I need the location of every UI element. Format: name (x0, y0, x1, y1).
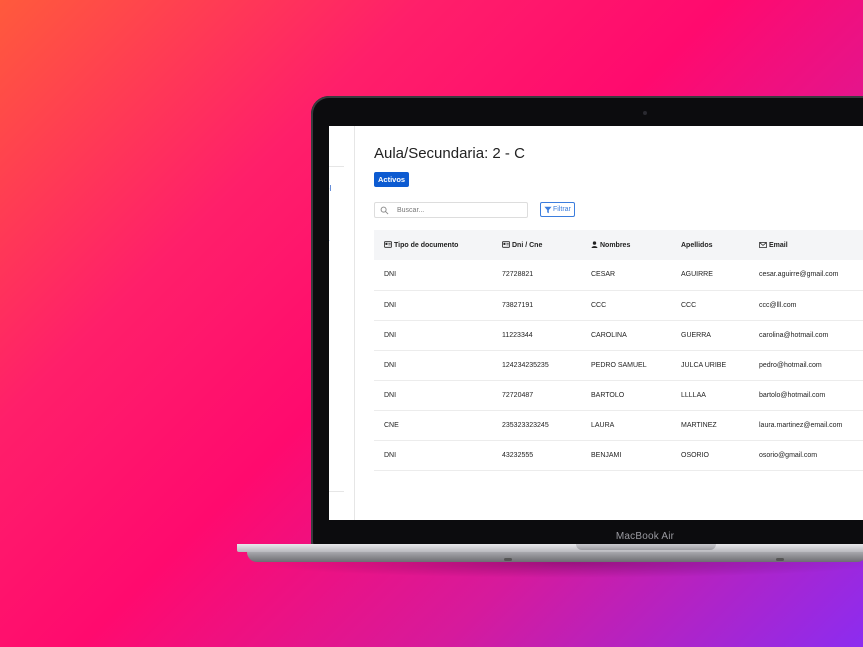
cell-tipo: DNI (384, 361, 397, 369)
column-header-nombres[interactable]: Nombres (581, 230, 671, 260)
cell-tipo: CNE (384, 421, 399, 429)
students-table: Tipo de documento Dni / Cne Nombres Apel… (374, 230, 863, 471)
table-row[interactable]: DNI 72720487 BARTOLO LLLLAA bartolo@hotm… (374, 380, 863, 410)
column-header-tipo[interactable]: Tipo de documento (374, 230, 492, 260)
id-card-icon (502, 241, 510, 248)
cell-dni: 235323323245 (502, 421, 549, 429)
cell-dni: 73827191 (502, 301, 534, 309)
cell-tipo: DNI (384, 391, 397, 399)
cell-apellidos: JULCA URIBE (681, 361, 727, 369)
table-row[interactable]: DNI 72728821 CESAR AGUIRRE cesar.aguirre… (374, 260, 863, 290)
table-row[interactable]: CNE 235323323245 LAURA MARTINEZ laura.ma… (374, 410, 863, 440)
cell-email: cesar.aguirre@gmail.com (759, 271, 839, 279)
device-label: MacBook Air (615, 531, 675, 542)
cell-nombres: CAROLINA (591, 331, 627, 339)
cell-dni: 43232555 (502, 451, 534, 459)
cell-email: bartolo@hotmail.com (759, 391, 826, 399)
cell-email: pedro@hotmail.com (759, 361, 822, 369)
user-icon (591, 241, 598, 248)
cell-apellidos: AGUIRRE (681, 271, 713, 279)
table-row[interactable]: DNI 11223344 CAROLINA GUERRA carolina@ho… (374, 320, 863, 350)
search-box[interactable] (374, 202, 528, 218)
filter-button[interactable]: Filtrar (540, 202, 575, 217)
cell-nombres: CCC (591, 301, 607, 309)
table-header-row: Tipo de documento Dni / Cne Nombres Apel… (374, 230, 863, 260)
cell-apellidos: GUERRA (681, 331, 711, 339)
cell-email: osorio@gmail.com (759, 451, 818, 459)
laptop-base-lower (247, 552, 863, 562)
column-header-dni[interactable]: Dni / Cne (492, 230, 581, 260)
cell-nombres: PEDRO SAMUEL (591, 361, 647, 369)
cell-tipo: DNI (384, 301, 397, 309)
cell-tipo: DNI (384, 271, 397, 279)
envelope-icon (759, 241, 767, 248)
cell-apellidos: LLLLAA (681, 391, 706, 399)
cell-apellidos: OSORIO (681, 451, 710, 459)
page-title: Aula/Secundaria: 2 - C (374, 145, 525, 162)
cell-dni: 124234235235 (502, 361, 549, 369)
cell-apellidos: CCC (681, 301, 697, 309)
table-row[interactable]: DNI 73827191 CCC CCC ccc@lll.com (374, 290, 863, 320)
cell-nombres: BARTOLO (591, 391, 625, 399)
filter-icon (544, 206, 552, 213)
column-header-apellidos[interactable]: Apellidos (671, 230, 749, 260)
sidebar-fragment[interactable]: ol (329, 184, 331, 193)
cell-nombres: LAURA (591, 421, 615, 429)
cell-apellidos: MARTINEZ (681, 421, 717, 429)
laptop-base (237, 544, 863, 552)
cell-nombres: CESAR (591, 271, 616, 279)
cell-nombres: BENJAMI (591, 451, 622, 459)
app-screen: r ol a Aula/Secundaria: 2 - C Activos Fi… (329, 126, 863, 520)
table-row[interactable]: DNI 43232555 BENJAMI OSORIO osorio@gmail… (374, 440, 863, 470)
laptop-foot (776, 558, 784, 561)
cell-dni: 11223344 (502, 331, 533, 339)
filter-label: Filtrar (553, 205, 571, 213)
cell-email: laura.martinez@email.com (759, 421, 843, 429)
laptop-foot (504, 558, 512, 561)
status-badge[interactable]: Activos (374, 172, 410, 187)
cell-tipo: DNI (384, 331, 397, 339)
sidebar-divider (329, 166, 344, 167)
search-input[interactable] (397, 204, 517, 216)
cell-dni: 72720487 (502, 391, 534, 399)
column-label: Email (769, 241, 788, 249)
column-label: Dni / Cne (512, 242, 543, 249)
column-header-email[interactable]: Email (749, 230, 863, 260)
column-label: Nombres (600, 242, 631, 249)
search-icon (380, 206, 389, 215)
cell-email: carolina@hotmail.com (759, 331, 829, 339)
cell-tipo: DNI (384, 451, 397, 459)
laptop-notch (576, 544, 716, 550)
column-label: Apellidos (681, 241, 713, 249)
camera-icon (643, 111, 647, 115)
cell-email: ccc@lll.com (759, 301, 797, 309)
table-row[interactable]: DNI 124234235235 PEDRO SAMUEL JULCA URIB… (374, 350, 863, 380)
cell-dni: 72728821 (502, 271, 534, 279)
sidebar: r ol a (329, 126, 355, 520)
column-label: Tipo de documento (394, 242, 459, 249)
id-card-icon (384, 241, 392, 248)
sidebar-divider (329, 491, 344, 492)
